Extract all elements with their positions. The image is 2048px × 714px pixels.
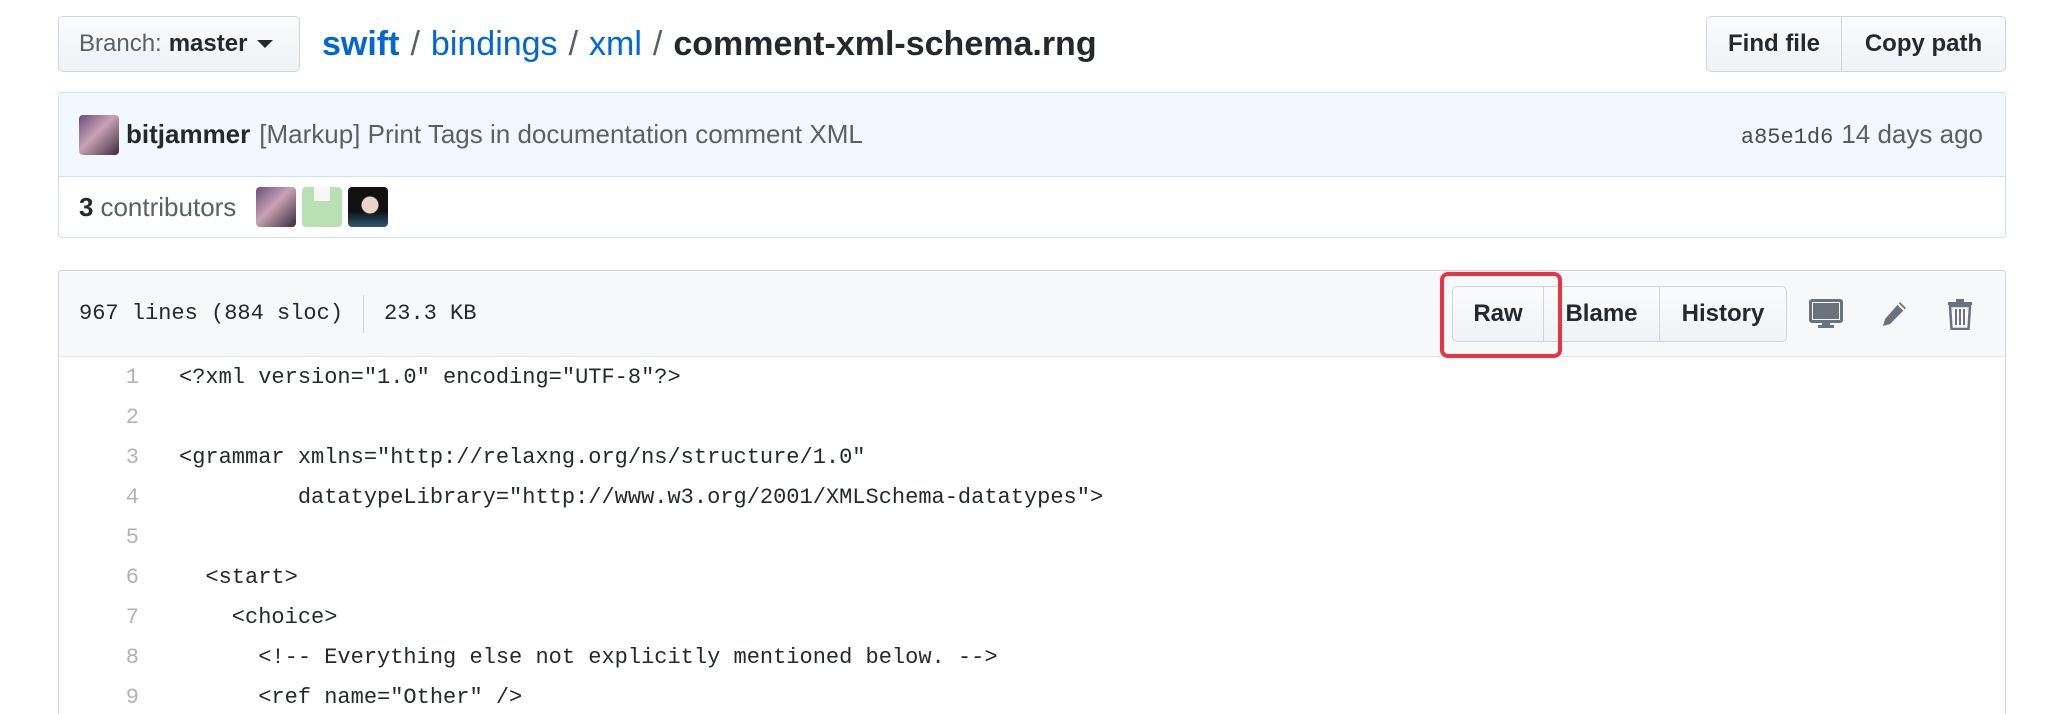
line-content: <choice>	[179, 604, 338, 630]
history-button[interactable]: History	[1660, 286, 1787, 342]
branch-selector-button[interactable]: Branch: master	[58, 16, 300, 72]
line-number[interactable]: 8	[59, 645, 139, 670]
line-content: <start>	[179, 564, 298, 590]
breadcrumb-separator: /	[410, 24, 420, 63]
line-content: datatypeLibrary="http://www.w3.org/2001/…	[179, 484, 1104, 510]
breadcrumb: swift / bindings / xml / comment-xml-sch…	[322, 20, 1097, 68]
avatar[interactable]	[302, 187, 343, 227]
file-header: 967 lines (884 sloc) 23.3 KB Raw Blame H…	[59, 271, 2005, 357]
contributor-avatars	[256, 187, 389, 227]
commit-meta: a85e1d6 14 days ago	[1741, 119, 1983, 150]
code-line: 6 <start>	[59, 557, 2005, 597]
commit-time: 14 days ago	[1841, 119, 1983, 149]
line-content: <grammar xmlns="http://relaxng.org/ns/st…	[179, 444, 866, 470]
avatar[interactable]	[256, 187, 297, 227]
commit-message-link[interactable]: [Markup] Print Tags in documentation com…	[259, 119, 863, 150]
desktop-icon	[1809, 299, 1843, 328]
contributors-label: contributors	[100, 191, 237, 222]
file-info: 967 lines (884 sloc) 23.3 KB	[79, 294, 477, 333]
file-actions-group: Raw Blame History	[1452, 286, 1787, 342]
pencil-icon	[1883, 302, 1906, 326]
code-view: 1 <?xml version="1.0" encoding="UTF-8"?>…	[59, 357, 2005, 714]
line-content: <?xml version="1.0" encoding="UTF-8"?>	[179, 364, 681, 390]
line-number[interactable]: 9	[59, 685, 139, 710]
code-line: 7 <choice>	[59, 597, 2005, 637]
file-viewer: 967 lines (884 sloc) 23.3 KB Raw Blame H…	[58, 270, 2006, 714]
line-content: <ref name="Other" />	[179, 684, 523, 710]
breadcrumb-dir-bindings-link[interactable]: bindings	[431, 25, 558, 64]
line-number[interactable]: 7	[59, 605, 139, 630]
code-line: 9 <ref name="Other" />	[59, 677, 2005, 714]
delete-file-button[interactable]	[1939, 293, 1981, 335]
line-content: <!-- Everything else not explicitly ment…	[179, 644, 998, 670]
edit-file-button[interactable]	[1873, 293, 1915, 335]
avatar[interactable]	[348, 187, 389, 227]
line-number[interactable]: 1	[59, 365, 139, 390]
trash-icon	[1948, 299, 1972, 330]
code-line: 4 datatypeLibrary="http://www.w3.org/200…	[59, 477, 2005, 517]
branch-prefix-label: Branch:	[79, 30, 162, 57]
blame-button[interactable]: Blame	[1544, 286, 1660, 342]
contributors-bar[interactable]: 3 contributors	[59, 177, 2005, 237]
open-desktop-button[interactable]	[1805, 293, 1847, 335]
code-line: 2	[59, 397, 2005, 437]
line-number[interactable]: 2	[59, 405, 139, 430]
code-line: 1 <?xml version="1.0" encoding="UTF-8"?>	[59, 357, 2005, 397]
branch-name: master	[168, 30, 248, 57]
contributors-count: 3	[79, 191, 94, 222]
file-navigation-buttons: Find file Copy path	[1706, 16, 2006, 72]
breadcrumb-separator: /	[568, 24, 579, 63]
breadcrumb-filename: comment-xml-schema.rng	[673, 24, 1097, 63]
chevron-down-icon	[257, 40, 274, 48]
line-number[interactable]: 5	[59, 525, 139, 550]
breadcrumb-repo-link[interactable]: swift	[322, 25, 399, 64]
line-number[interactable]: 4	[59, 485, 139, 510]
breadcrumb-separator: /	[652, 24, 663, 63]
code-line: 8 <!-- Everything else not explicitly me…	[59, 637, 2005, 677]
code-line: 3 <grammar xmlns="http://relaxng.org/ns/…	[59, 437, 2005, 477]
commit-author-link[interactable]: bitjammer	[126, 119, 250, 150]
file-info-divider	[363, 294, 365, 333]
code-line: 5	[59, 517, 2005, 557]
copy-path-button[interactable]: Copy path	[1842, 16, 2006, 72]
line-number[interactable]: 6	[59, 565, 139, 590]
commit-sha-link[interactable]: a85e1d6	[1741, 125, 1833, 150]
find-file-button[interactable]: Find file	[1706, 16, 1842, 72]
file-line-count: 967 lines (884 sloc)	[79, 301, 344, 326]
commit-tease: bitjammer [Markup] Print Tags in documen…	[59, 93, 2005, 177]
line-number[interactable]: 3	[59, 445, 139, 470]
avatar[interactable]	[79, 114, 119, 155]
latest-commit-box: bitjammer [Markup] Print Tags in documen…	[58, 92, 2006, 238]
file-size: 23.3 KB	[384, 301, 477, 326]
breadcrumb-dir-xml-link[interactable]: xml	[589, 25, 642, 64]
raw-button[interactable]: Raw	[1452, 286, 1544, 342]
